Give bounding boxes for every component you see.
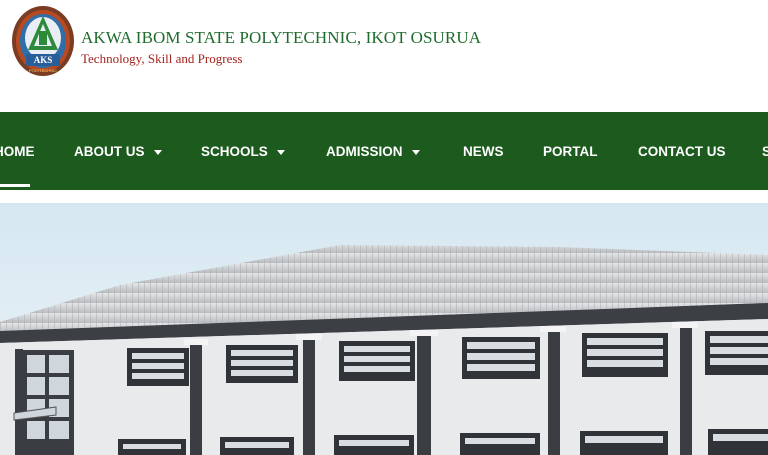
hero-banner xyxy=(0,203,768,455)
nav-portal-label: PORTAL xyxy=(543,143,598,159)
nav-home-label: HOME xyxy=(0,143,35,159)
nav-admission[interactable]: ADMISSION xyxy=(326,112,420,190)
school-name[interactable]: AKWA IBOM STATE POLYTECHNIC, IKOT OSURUA xyxy=(81,28,481,48)
site-header: AKS POLYTECHNIC AKWA IBOM STATE POLYTECH… xyxy=(0,0,768,112)
nav-about-us-label: ABOUT US xyxy=(74,143,145,159)
nav-news[interactable]: NEWS xyxy=(463,112,504,190)
nav-item-truncated-label: S xyxy=(762,143,768,159)
nav-contact-us[interactable]: CONTACT US xyxy=(638,112,726,190)
polytechnic-logo[interactable]: AKS POLYTECHNIC xyxy=(10,4,76,78)
nav-about-us[interactable]: ABOUT US xyxy=(74,112,162,190)
svg-text:AKS: AKS xyxy=(34,55,53,65)
nav-admission-label: ADMISSION xyxy=(326,143,403,159)
main-navbar: HOME ABOUT US SCHOOLS ADMISSION NEWS POR… xyxy=(0,112,768,190)
nav-news-label: NEWS xyxy=(463,143,504,159)
caret-down-icon xyxy=(276,149,285,155)
nav-home[interactable]: HOME xyxy=(0,112,35,190)
nav-schools-label: SCHOOLS xyxy=(201,143,268,159)
tagline: Technology, Skill and Progress xyxy=(81,51,243,66)
svg-text:POLYTECHNIC: POLYTECHNIC xyxy=(29,68,57,73)
nav-schools[interactable]: SCHOOLS xyxy=(201,112,285,190)
campus-building-photo xyxy=(0,203,768,455)
nav-item-truncated[interactable]: S xyxy=(762,112,768,190)
active-indicator xyxy=(0,184,30,187)
nav-portal[interactable]: PORTAL xyxy=(543,112,598,190)
caret-down-icon xyxy=(411,149,420,155)
nav-contact-us-label: CONTACT US xyxy=(638,143,726,159)
caret-down-icon xyxy=(153,149,162,155)
